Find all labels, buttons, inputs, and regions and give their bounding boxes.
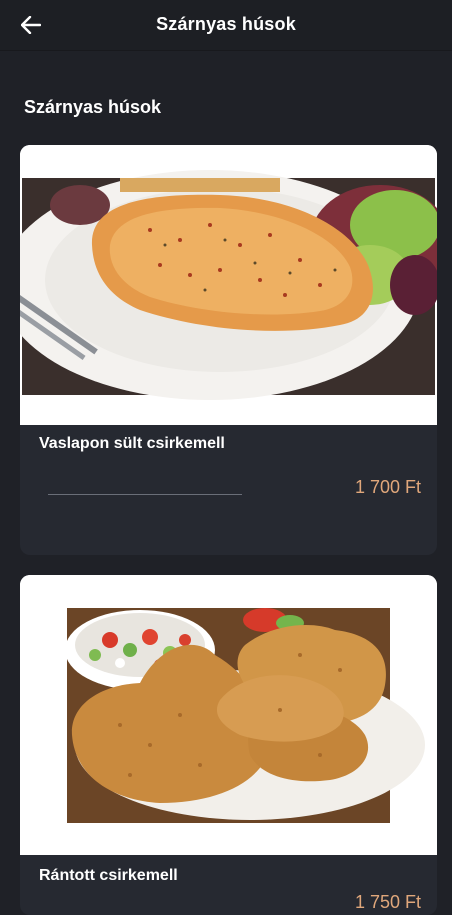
product-card[interactable]: Vaslapon sült csirkemell 1 700 Ft bbox=[20, 145, 437, 555]
name-underline bbox=[48, 494, 242, 495]
product-image bbox=[20, 575, 437, 855]
product-info: Vaslapon sült csirkemell 1 700 Ft bbox=[20, 425, 437, 555]
product-name: Vaslapon sült csirkemell bbox=[39, 435, 225, 452]
page-title: Szárnyas húsok bbox=[156, 14, 296, 34]
section-title: Szárnyas húsok bbox=[24, 97, 162, 117]
product-price: 1 750 Ft bbox=[354, 892, 421, 912]
breaded-chicken-image bbox=[20, 575, 437, 855]
product-name: Rántott csirkemell bbox=[39, 867, 178, 884]
product-price: 1 700 Ft bbox=[354, 477, 421, 497]
product-info: Rántott csirkemell 1 750 Ft bbox=[20, 855, 437, 915]
product-image bbox=[20, 145, 437, 425]
product-card[interactable]: Rántott csirkemell 1 750 Ft bbox=[20, 575, 437, 915]
grilled-chicken-image bbox=[20, 145, 437, 425]
app-bar: Szárnyas húsok bbox=[0, 0, 452, 51]
